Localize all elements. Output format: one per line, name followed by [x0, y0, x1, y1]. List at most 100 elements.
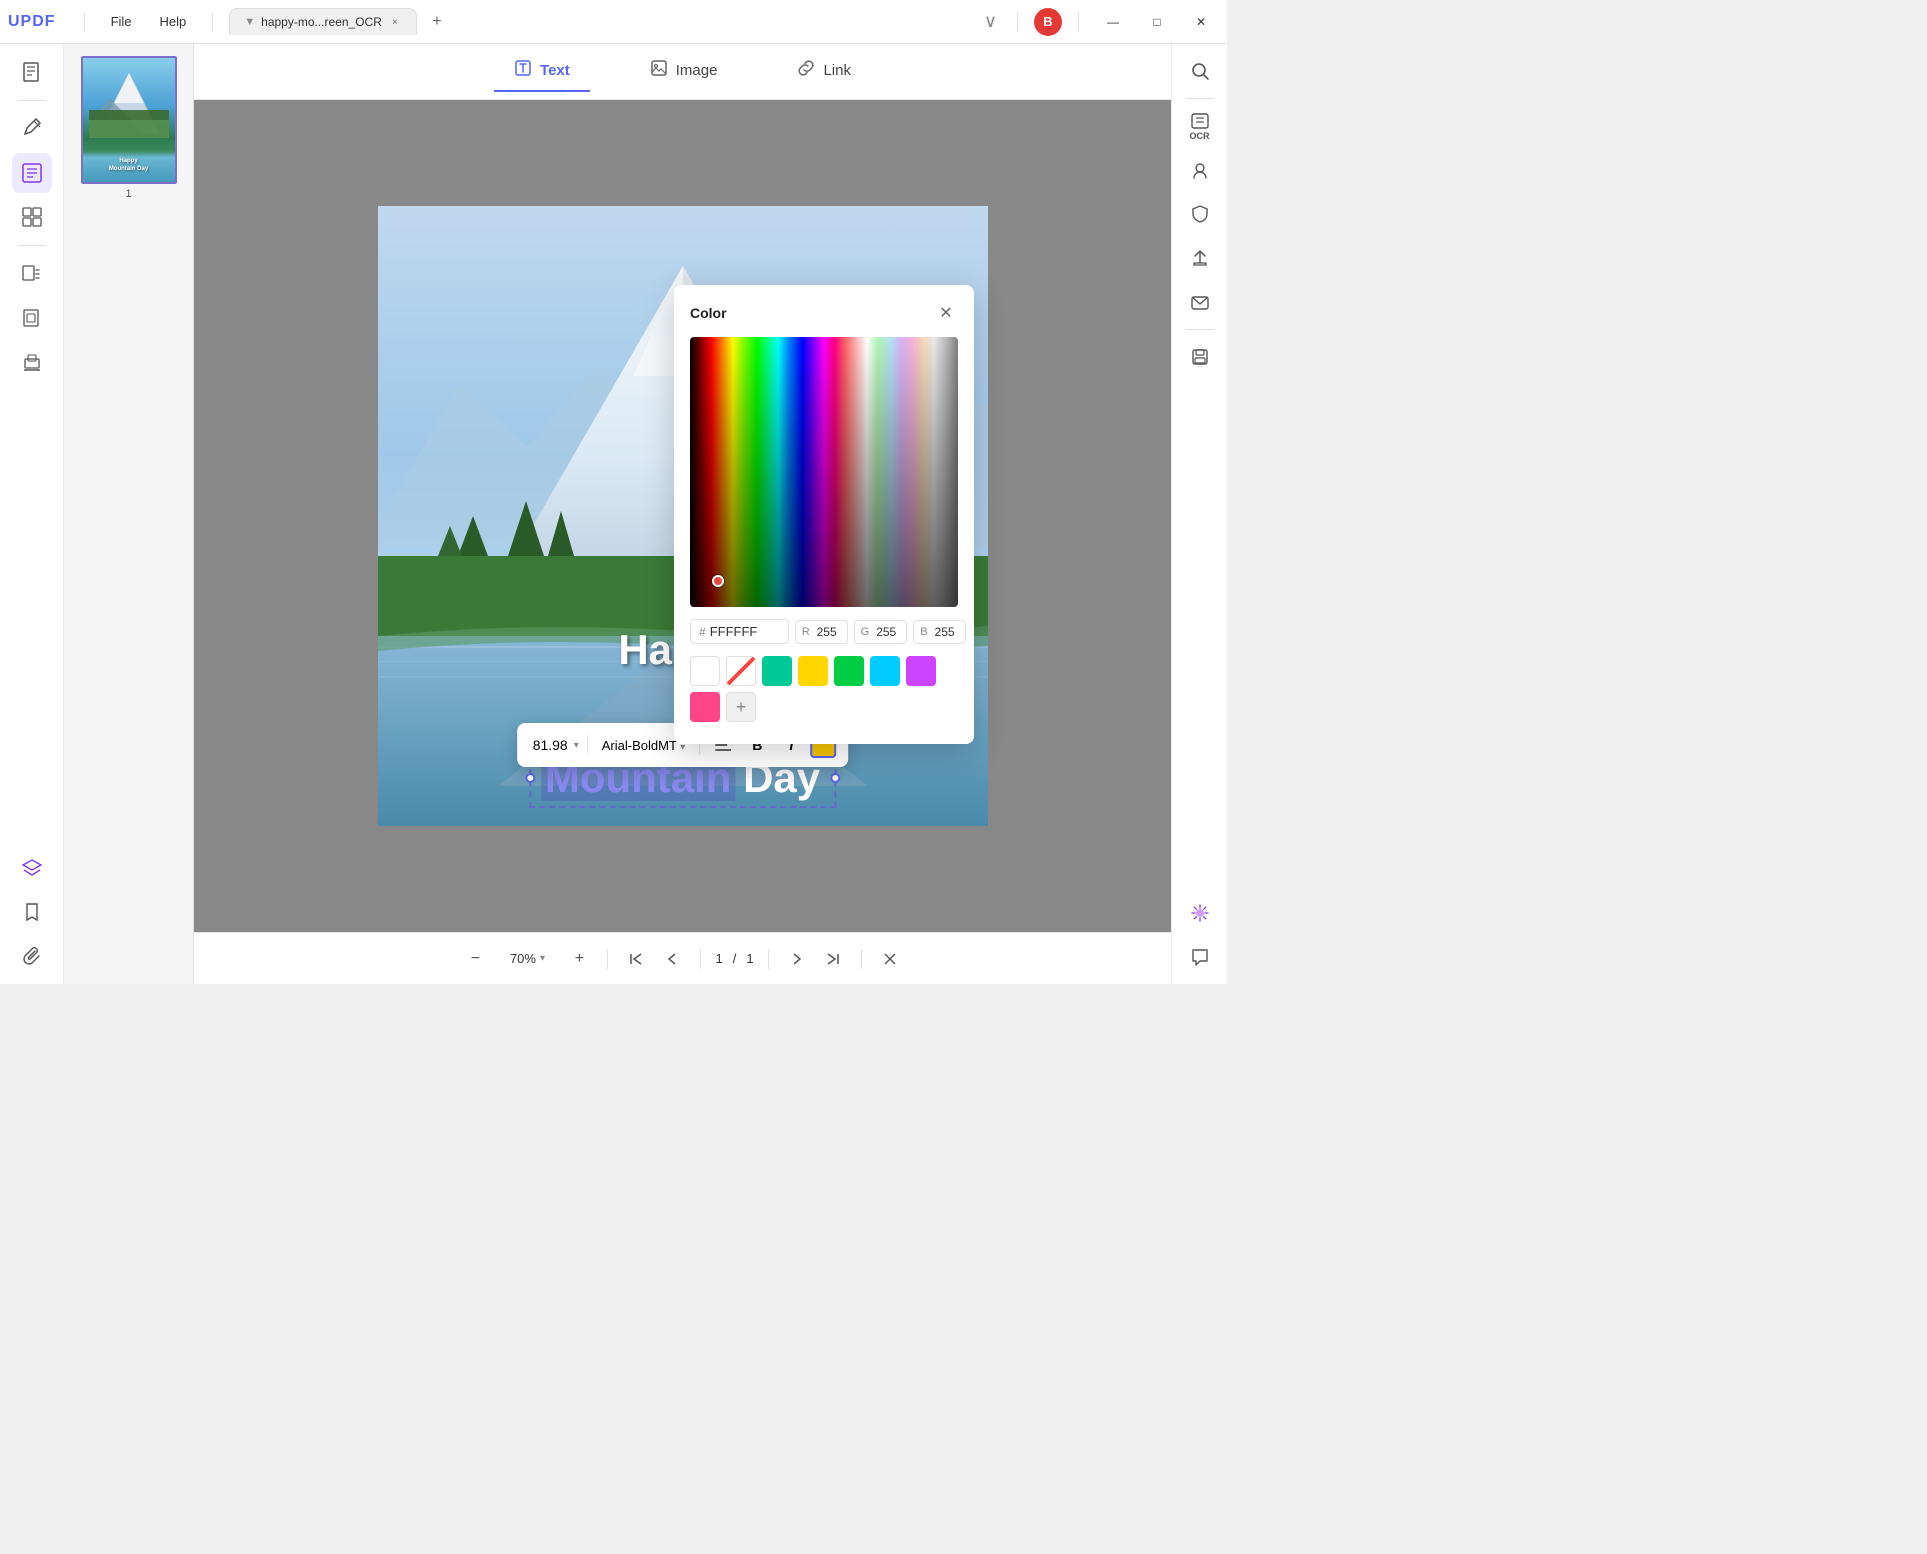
maximize-button[interactable]: □ [1139, 8, 1175, 36]
tab-image[interactable]: Image [630, 51, 738, 92]
g-value-input[interactable] [872, 625, 900, 639]
nav-prev-button[interactable] [658, 945, 686, 973]
font-size-value: 81.98 [529, 735, 572, 755]
active-tab[interactable]: ▼ happy-mo...reen_OCR × [229, 8, 417, 35]
rs-ocr-button[interactable]: OCR [1181, 107, 1219, 145]
menu-help[interactable]: Help [150, 10, 197, 33]
sidebar-item-annotate[interactable] [12, 109, 52, 149]
r-value-input[interactable] [813, 625, 841, 639]
rs-ai-button[interactable] [1181, 894, 1219, 932]
font-size-dropdown-arrow[interactable]: ▾ [574, 740, 579, 751]
swatch-white[interactable] [690, 656, 720, 686]
selection-handle-left [525, 773, 535, 783]
swatch-transparent[interactable] [726, 656, 756, 686]
tab-text-label: Text [540, 62, 570, 79]
text-tab-icon [514, 59, 532, 82]
tab-text[interactable]: Text [494, 51, 590, 92]
hex-input-group[interactable]: # [690, 619, 789, 644]
nav-next-button[interactable] [783, 945, 811, 973]
titlebar: UPDF File Help ▼ happy-mo...reen_OCR × +… [0, 0, 1227, 44]
bottom-sep-4 [861, 949, 862, 969]
nav-first-button[interactable] [622, 945, 650, 973]
tab-link-label: Link [823, 62, 851, 79]
menu-file[interactable]: File [101, 10, 142, 33]
app-logo: UPDF [8, 13, 56, 31]
hex-label: # [699, 625, 706, 639]
zoom-in-button[interactable]: + [565, 945, 593, 973]
rs-email-button[interactable] [1181, 283, 1219, 321]
sep1 [84, 12, 85, 32]
g-input-group[interactable]: G [854, 620, 908, 644]
swatch-teal[interactable] [762, 656, 792, 686]
left-sidebar [0, 44, 64, 984]
sidebar-item-organize[interactable] [12, 197, 52, 237]
rs-save-button[interactable] [1181, 338, 1219, 376]
swatch-cyan[interactable] [870, 656, 900, 686]
sidebar-divider-2 [18, 245, 46, 246]
sidebar-item-convert[interactable] [12, 254, 52, 294]
rs-ocr-label: OCR [1190, 132, 1210, 141]
tab-dropdown-button[interactable]: ∨ [984, 11, 997, 32]
tab-image-label: Image [676, 62, 718, 79]
tab-icon: ▼ [244, 16, 255, 28]
g-label: G [861, 626, 870, 638]
swatch-yellow[interactable] [798, 656, 828, 686]
rs-recognize-button[interactable] [1181, 151, 1219, 189]
sidebar-divider-1 [18, 100, 46, 101]
sidebar-item-stamp[interactable] [12, 342, 52, 382]
color-picker-close-button[interactable]: ✕ [934, 301, 958, 325]
main-content: Text Image Link [194, 44, 1171, 984]
font-size-control[interactable]: 81.98 ▾ [529, 735, 579, 755]
close-doc-button[interactable] [876, 945, 904, 973]
page-canvas[interactable]: Happy Mountain Day 81.98 ▾ [194, 100, 1171, 932]
zoom-out-button[interactable]: − [461, 945, 489, 973]
tab-label: happy-mo...reen_OCR [261, 15, 382, 29]
sep3 [1017, 12, 1018, 32]
sidebar-item-bookmark[interactable] [12, 892, 52, 932]
sidebar-item-layers[interactable] [12, 848, 52, 888]
swatch-green[interactable] [834, 656, 864, 686]
tab-close-button[interactable]: × [388, 15, 402, 29]
sidebar-item-extract[interactable] [12, 298, 52, 338]
bottom-sep-2 [700, 949, 701, 969]
rs-comment-button[interactable] [1181, 938, 1219, 976]
sep-format-1 [587, 735, 588, 755]
sidebar-item-read[interactable] [12, 52, 52, 92]
zoom-dropdown-arrow[interactable]: ▾ [540, 953, 545, 964]
selection-handle-right [830, 773, 840, 783]
sep2 [212, 12, 213, 32]
color-swatches-row1 [690, 656, 958, 686]
bottom-sep-3 [768, 949, 769, 969]
right-sidebar: OCR [1171, 44, 1227, 984]
page-current: 1 [715, 951, 722, 966]
rs-share-button[interactable] [1181, 239, 1219, 277]
swatch-purple[interactable] [906, 656, 936, 686]
swatch-pink[interactable] [690, 692, 720, 722]
hex-value-input[interactable] [710, 624, 780, 639]
close-button[interactable]: ✕ [1183, 8, 1219, 36]
user-avatar[interactable]: B [1034, 8, 1062, 36]
thumbnail-page-number: 1 [125, 188, 131, 200]
main-layout: Happy Mountain Day 1 Text Image [0, 44, 1227, 984]
zoom-level-display[interactable]: 70% ▾ [497, 951, 557, 966]
add-color-button[interactable]: + [726, 692, 756, 722]
image-tab-icon [650, 59, 668, 82]
rs-search-button[interactable] [1181, 52, 1219, 90]
b-input-group[interactable]: B [913, 620, 965, 644]
b-value-input[interactable] [931, 625, 959, 639]
r-input-group[interactable]: R [795, 620, 848, 644]
tab-add-button[interactable]: + [425, 10, 449, 34]
minimize-button[interactable]: — [1095, 8, 1131, 36]
rs-protect-button[interactable] [1181, 195, 1219, 233]
nav-last-button[interactable] [819, 945, 847, 973]
thumbnail-panel: Happy Mountain Day 1 [64, 44, 194, 984]
page-sep: / [733, 951, 737, 966]
sidebar-item-edit[interactable] [12, 153, 52, 193]
tab-link[interactable]: Link [777, 51, 871, 92]
b-label: B [920, 626, 927, 638]
color-gradient-picker[interactable] [690, 337, 958, 607]
sidebar-item-attach[interactable] [12, 936, 52, 976]
rs-sep-1 [1186, 98, 1214, 99]
color-inputs: # R G B [690, 619, 958, 644]
thumbnail-page-1[interactable]: Happy Mountain Day 1 [81, 56, 177, 200]
